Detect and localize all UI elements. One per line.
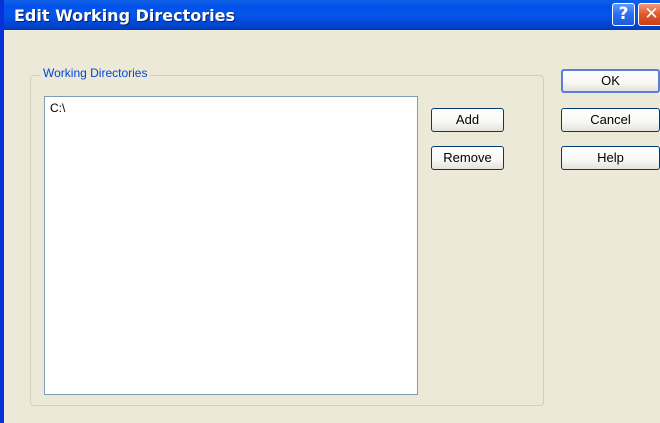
list-item[interactable]: C:\ — [50, 101, 65, 115]
cancel-button[interactable]: Cancel — [561, 108, 660, 132]
group-label: Working Directories — [40, 66, 151, 80]
add-button[interactable]: Add — [431, 108, 504, 132]
ok-button[interactable]: OK — [561, 69, 660, 93]
remove-button[interactable]: Remove — [431, 146, 504, 170]
edit-working-directories-dialog: Edit Working Directories ? ✕ Working Dir… — [0, 0, 660, 423]
help-icon[interactable]: ? — [612, 3, 635, 26]
close-icon[interactable]: ✕ — [638, 3, 660, 26]
help-button[interactable]: Help — [561, 146, 660, 170]
dialog-title: Edit Working Directories — [14, 6, 235, 25]
title-bar[interactable]: Edit Working Directories ? ✕ — [4, 0, 660, 30]
directories-listbox[interactable]: C:\ — [44, 96, 418, 395]
